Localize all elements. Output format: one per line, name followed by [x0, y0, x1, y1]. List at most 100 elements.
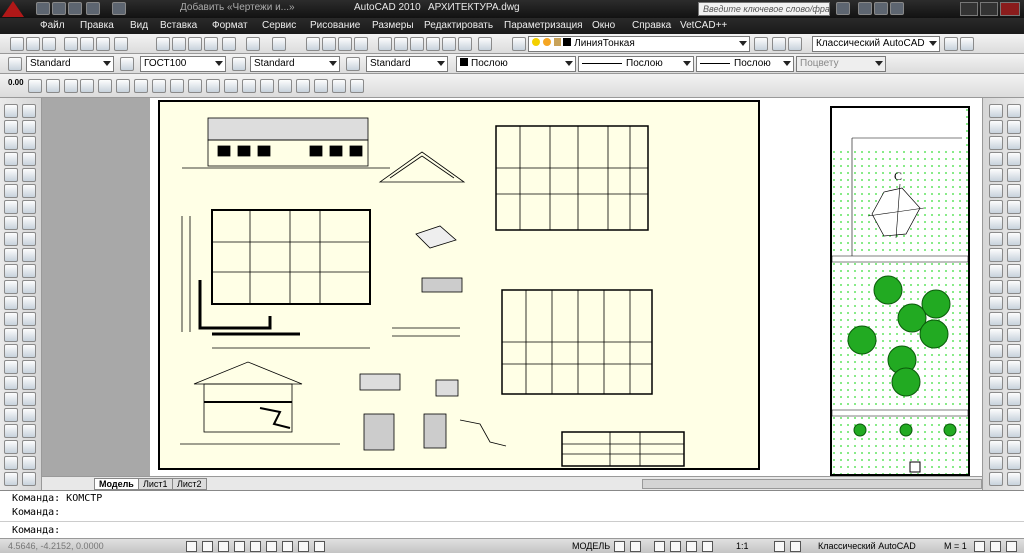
match-properties-icon[interactable] — [204, 37, 218, 51]
horizontal-scrollbar[interactable] — [642, 479, 982, 489]
field-icon[interactable] — [4, 456, 18, 470]
osnap-perpendicular-icon[interactable] — [989, 472, 1003, 486]
multileader-style-dropdown[interactable]: Standard — [366, 56, 448, 72]
text-style-dropdown[interactable]: Standard — [26, 56, 114, 72]
dim-break-icon[interactable] — [242, 79, 256, 93]
save-file-icon[interactable] — [42, 37, 56, 51]
dim-continue-icon[interactable] — [206, 79, 220, 93]
break-at-point-icon[interactable] — [989, 280, 1003, 294]
showmotion-icon[interactable] — [702, 541, 713, 552]
make-current-layer-icon[interactable] — [754, 37, 768, 51]
join-icon[interactable] — [989, 312, 1003, 326]
ucs-icon[interactable] — [4, 424, 18, 438]
circle-alt-icon[interactable] — [22, 200, 36, 214]
communication-icon[interactable] — [858, 2, 872, 15]
dim-style-icon[interactable] — [120, 57, 134, 71]
fillet-icon[interactable] — [989, 344, 1003, 358]
construction-line-icon[interactable] — [4, 120, 18, 134]
break-icon[interactable] — [989, 296, 1003, 310]
steering-wheel-icon[interactable] — [686, 541, 697, 552]
linetype-dropdown[interactable]: Послою — [578, 56, 694, 72]
zoom-previous-icon[interactable] — [354, 37, 368, 51]
ellipse-alt-icon[interactable] — [22, 248, 36, 262]
tab-model[interactable]: Модель — [94, 478, 139, 490]
redo-icon[interactable] — [112, 2, 126, 15]
zoom-window-icon[interactable] — [338, 37, 352, 51]
workspace-dropdown[interactable]: Классический AutoCAD — [812, 36, 940, 52]
dim-baseline-icon[interactable] — [188, 79, 202, 93]
tab-layout2[interactable]: Лист2 — [172, 478, 207, 490]
binoculars-icon[interactable] — [836, 2, 850, 15]
osnap-node-icon[interactable] — [989, 424, 1003, 438]
move-alt-icon[interactable] — [1007, 184, 1021, 198]
menu-view[interactable]: Вид — [130, 20, 148, 31]
menu-format[interactable]: Формат — [212, 20, 248, 31]
paste-icon[interactable] — [188, 37, 202, 51]
isolate-objects-icon[interactable] — [990, 541, 1001, 552]
plot-preview-icon[interactable] — [80, 37, 94, 51]
grid-toggle[interactable] — [202, 541, 213, 552]
insert-block-alt-icon[interactable] — [22, 280, 36, 294]
model-scale[interactable]: M = 1 — [944, 541, 967, 551]
lock-ui-icon[interactable] — [974, 541, 985, 552]
line-icon[interactable] — [4, 104, 18, 118]
layer-manager-icon[interactable] — [512, 37, 526, 51]
plotstyle-dropdown[interactable]: Поцвету — [796, 56, 886, 72]
osnap-midpoint-alt-icon[interactable] — [1007, 392, 1021, 406]
text-icon[interactable] — [4, 440, 18, 454]
save-icon[interactable] — [68, 2, 82, 15]
quickcalc-icon[interactable] — [458, 37, 472, 51]
add-selected-icon[interactable] — [4, 408, 18, 422]
spline-alt-icon[interactable] — [22, 232, 36, 246]
publish-icon[interactable] — [96, 37, 110, 51]
insert-block-icon[interactable] — [4, 280, 18, 294]
tool-palettes-icon[interactable] — [410, 37, 424, 51]
ortho-toggle[interactable] — [218, 541, 229, 552]
close-button[interactable] — [1000, 2, 1020, 16]
mtext-icon[interactable] — [4, 392, 18, 406]
dim-edit-icon[interactable] — [332, 79, 346, 93]
extend-icon[interactable] — [989, 264, 1003, 278]
text-style-icon[interactable] — [8, 57, 22, 71]
revcloud-alt-icon[interactable] — [22, 216, 36, 230]
table-style-dropdown[interactable]: Standard — [250, 56, 340, 72]
annotation-visibility-icon[interactable] — [774, 541, 785, 552]
lineweight-dropdown[interactable]: Послою — [696, 56, 794, 72]
hatch-icon[interactable] — [4, 328, 18, 342]
gradient-icon[interactable] — [4, 344, 18, 358]
quick-view-layouts-icon[interactable] — [614, 541, 625, 552]
zoom-realtime-icon[interactable] — [322, 37, 336, 51]
erase-icon[interactable] — [989, 104, 1003, 118]
region-icon[interactable] — [4, 360, 18, 374]
ducs-toggle[interactable] — [282, 541, 293, 552]
ellipse-arc-icon[interactable] — [4, 264, 18, 278]
dim-angular-icon[interactable] — [152, 79, 166, 93]
autocad-logo-icon[interactable] — [2, 1, 24, 17]
region-alt-icon[interactable] — [22, 360, 36, 374]
line-alt-icon[interactable] — [22, 104, 36, 118]
layer-previous-icon[interactable] — [772, 37, 786, 51]
workspace-settings-icon[interactable] — [944, 37, 958, 51]
sheet-set-icon[interactable] — [426, 37, 440, 51]
dim-text-label[interactable]: 0.00 — [8, 78, 24, 87]
undo-icon[interactable] — [86, 2, 100, 15]
break-alt-icon[interactable] — [1007, 296, 1021, 310]
rectangle-alt-icon[interactable] — [22, 168, 36, 182]
star-icon[interactable] — [874, 2, 888, 15]
erase-alt-icon[interactable] — [1007, 104, 1021, 118]
open-icon[interactable] — [52, 2, 66, 15]
workspace-switch[interactable]: Классический AutoCAD — [818, 541, 916, 551]
array-alt-icon[interactable] — [1007, 168, 1021, 182]
zoom-status-icon[interactable] — [670, 541, 681, 552]
osnap-intersection-icon[interactable] — [989, 456, 1003, 470]
explode-alt-icon[interactable] — [1007, 360, 1021, 374]
otrack-toggle[interactable] — [266, 541, 277, 552]
qnew-icon[interactable] — [10, 37, 24, 51]
dim-jogged-icon[interactable] — [116, 79, 130, 93]
gradient-alt-icon[interactable] — [22, 344, 36, 358]
polyline-alt-icon[interactable] — [22, 136, 36, 150]
redo-tool-icon[interactable] — [272, 37, 286, 51]
spline-icon[interactable] — [4, 232, 18, 246]
ucs-origin-icon[interactable] — [4, 472, 18, 486]
clean-screen-icon[interactable] — [1006, 541, 1017, 552]
